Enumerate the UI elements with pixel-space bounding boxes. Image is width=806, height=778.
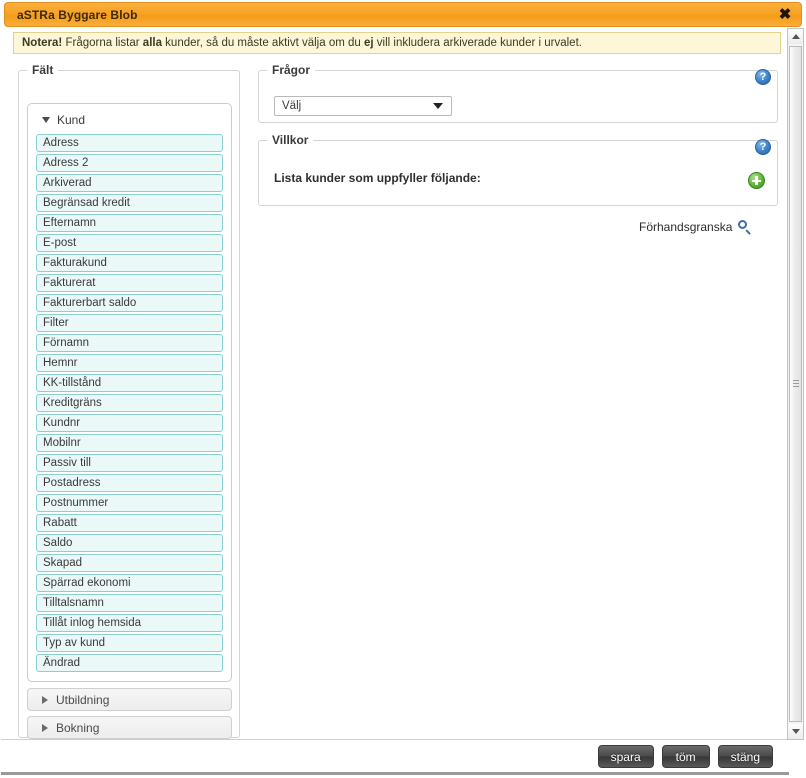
- fields-panel: Fält Kund Adress Adress 2 Arkiverad Begräns…: [18, 63, 240, 739]
- collapsed-group-utbildning[interactable]: Utbildning: [27, 688, 232, 711]
- collapsed-group-bokning[interactable]: Bokning: [27, 716, 232, 739]
- footer-bar: spara töm stäng: [1, 741, 789, 775]
- field-group-kund-label: Kund: [57, 113, 86, 127]
- help-icon-conditions[interactable]: ?: [755, 139, 771, 155]
- application-window: aSTRa Byggare Blob ✖ Notera! Frågorna li…: [0, 0, 806, 778]
- field-item[interactable]: Passiv till: [36, 454, 223, 472]
- field-item[interactable]: Arkiverad: [36, 174, 223, 192]
- notice-prefix: Notera!: [22, 37, 63, 49]
- add-condition-icon[interactable]: [748, 172, 765, 189]
- conditions-panel: Villkor ? Lista kunder som uppfyller föl…: [258, 133, 778, 206]
- field-item[interactable]: Saldo: [36, 534, 223, 552]
- vertical-scrollbar[interactable]: [787, 28, 804, 740]
- question-select[interactable]: Välj: [274, 96, 452, 116]
- close-icon[interactable]: ✖: [776, 6, 794, 24]
- conditions-panel-legend: Villkor: [272, 133, 309, 147]
- field-item[interactable]: Adress: [36, 134, 223, 152]
- field-item[interactable]: Filter: [36, 314, 223, 332]
- notice-bold-alla: alla: [142, 37, 162, 49]
- save-button[interactable]: spara: [597, 745, 654, 768]
- field-item[interactable]: Spärrad ekonomi: [36, 574, 223, 592]
- notice-part-2: kunder, så du måste aktivt välja om du: [161, 37, 364, 49]
- field-item[interactable]: Rabatt: [36, 514, 223, 532]
- field-item[interactable]: KK-tillstånd: [36, 374, 223, 392]
- field-item[interactable]: Tillåt inlog hemsida: [36, 614, 223, 632]
- field-item[interactable]: Skapad: [36, 554, 223, 572]
- field-item[interactable]: E-post: [36, 234, 223, 252]
- chevron-right-icon: [42, 723, 48, 732]
- chevron-down-icon: [42, 117, 50, 123]
- fields-panel-legend: Fält: [32, 63, 54, 77]
- scroll-up-icon[interactable]: [788, 29, 803, 44]
- notice-bar: Notera! Frågorna listar alla kunder, så …: [13, 32, 781, 54]
- notice-bold-ej: ej: [363, 37, 374, 49]
- field-item[interactable]: Tilltalsnamn: [36, 594, 223, 612]
- questions-panel-legend: Frågor: [272, 63, 311, 77]
- window-title: aSTRa Byggare Blob: [17, 7, 138, 22]
- chevron-right-icon: [42, 695, 48, 704]
- preview-link[interactable]: Förhandsgranska: [639, 220, 752, 235]
- field-group-kund: Kund Adress Adress 2 Arkiverad Begränsad kr…: [27, 103, 232, 682]
- question-select-value: Välj: [282, 100, 302, 112]
- questions-panel: Frågor ? Välj: [258, 63, 778, 123]
- field-item[interactable]: Efternamn: [36, 214, 223, 232]
- field-item[interactable]: Kreditgräns: [36, 394, 223, 412]
- conditions-description: Lista kunder som uppfyller följande:: [274, 171, 481, 185]
- preview-link-label: Förhandsgranska: [639, 220, 733, 234]
- scrollbar-grip-icon: [793, 380, 799, 388]
- field-item[interactable]: Förnamn: [36, 334, 223, 352]
- main-content: Fält Kund Adress Adress 2 Arkiverad Begräns…: [1, 58, 789, 740]
- notice-text: Notera! Frågorna listar alla kunder, så …: [22, 37, 582, 49]
- field-list: Adress Adress 2 Arkiverad Begränsad kredit E…: [36, 134, 223, 672]
- window-title-bar: aSTRa Byggare Blob ✖: [4, 2, 802, 27]
- magnifier-icon: [738, 220, 752, 235]
- field-item[interactable]: Adress 2: [36, 154, 223, 172]
- collapsed-group-label: Utbildning: [56, 692, 110, 707]
- notice-part-3: vill inkludera arkiverade kunder i urval…: [373, 37, 582, 49]
- help-icon-questions[interactable]: ?: [755, 69, 771, 85]
- close-button[interactable]: stäng: [717, 745, 773, 768]
- field-item[interactable]: Hemnr: [36, 354, 223, 372]
- clear-button[interactable]: töm: [661, 745, 710, 768]
- collapsed-group-label: Bokning: [56, 720, 100, 735]
- scroll-down-icon[interactable]: [788, 724, 803, 739]
- field-item[interactable]: Postadress: [36, 474, 223, 492]
- field-item[interactable]: Kundnr: [36, 414, 223, 432]
- field-item[interactable]: Ändrad: [36, 654, 223, 672]
- field-item[interactable]: Postnummer: [36, 494, 223, 512]
- field-item[interactable]: Fakturerat: [36, 274, 223, 292]
- fields-panel-body: Kund Adress Adress 2 Arkiverad Begränsad kr…: [19, 77, 241, 749]
- scrollbar-thumb[interactable]: [789, 46, 802, 722]
- field-item[interactable]: Typ av kund: [36, 634, 223, 652]
- field-group-kund-header[interactable]: Kund: [36, 111, 223, 134]
- chevron-down-icon: [433, 103, 443, 109]
- notice-part-1: Frågorna listar: [62, 37, 143, 49]
- field-item[interactable]: Begränsad kredit: [36, 194, 223, 212]
- field-item[interactable]: Mobilnr: [36, 434, 223, 452]
- field-item[interactable]: Fakturerbart saldo: [36, 294, 223, 312]
- field-item[interactable]: Fakturakund: [36, 254, 223, 272]
